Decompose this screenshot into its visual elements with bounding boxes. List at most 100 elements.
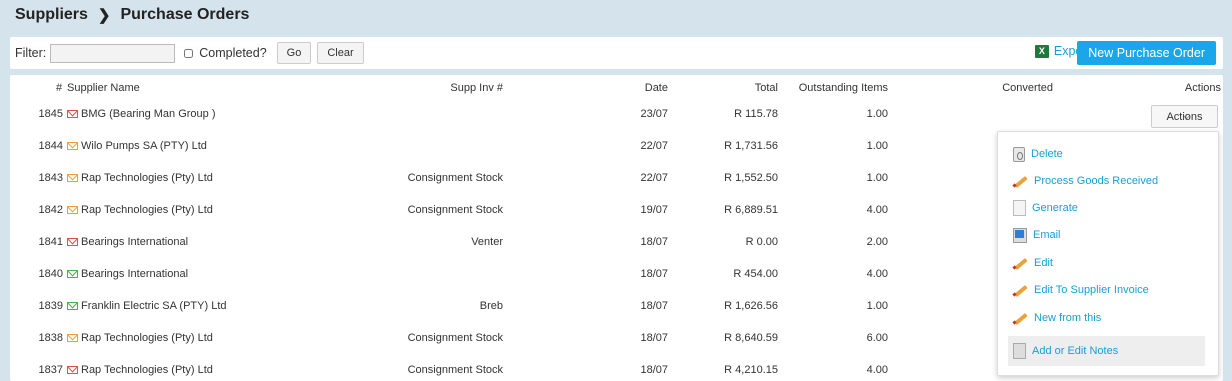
menu-item-label: Email — [1033, 229, 1061, 241]
completed-checkbox[interactable] — [184, 48, 194, 58]
row-id[interactable]: 1844 — [39, 140, 63, 152]
menu-item-generate[interactable]: Generate — [1013, 197, 1078, 219]
go-button[interactable]: Go — [276, 42, 312, 64]
row-outstanding: 1.00 — [866, 108, 888, 120]
row-total: R 0.00 — [745, 236, 778, 248]
row-supp-inv: Consignment Stock — [407, 204, 503, 216]
row-supplier: Wilo Pumps SA (PTY) Ltd — [67, 140, 207, 152]
row-total: R 115.78 — [734, 108, 778, 120]
row-supp-inv: Breb — [479, 300, 503, 312]
row-date: 22/07 — [640, 172, 668, 184]
row-supplier: BMG (Bearing Man Group ) — [67, 108, 216, 120]
row-date: 19/07 — [640, 204, 668, 216]
row-outstanding: 6.00 — [866, 332, 888, 344]
row-supplier-name: Franklin Electric SA (PTY) Ltd — [81, 300, 227, 312]
header-supplier[interactable]: Supplier Name — [67, 82, 140, 94]
envelope-icon — [67, 334, 78, 342]
envelope-icon — [67, 110, 78, 118]
row-id[interactable]: 1845 — [39, 108, 63, 120]
menu-item-edit-to-supplier-invoice[interactable]: Edit To Supplier Invoice — [1013, 279, 1149, 301]
row-supplier: Bearings International — [67, 268, 188, 280]
menu-item-add-or-edit-notes[interactable]: Add or Edit Notes — [1008, 336, 1205, 366]
row-supplier-name: Rap Technologies (Pty) Ltd — [81, 364, 213, 376]
menu-item-delete[interactable]: Delete — [1013, 143, 1063, 165]
row-date: 22/07 — [640, 140, 668, 152]
row-supplier: Rap Technologies (Pty) Ltd — [67, 364, 213, 376]
row-id[interactable]: 1837 — [39, 364, 63, 376]
envelope-icon — [67, 270, 78, 278]
row-supp-inv: Consignment Stock — [407, 172, 503, 184]
row-outstanding: 1.00 — [866, 172, 888, 184]
row-total: R 454.00 — [733, 268, 778, 280]
row-id[interactable]: 1838 — [39, 332, 63, 344]
table-row[interactable]: 1845 BMG (Bearing Man Group ) 23/07 R 115.7… — [10, 99, 1223, 131]
row-outstanding: 1.00 — [866, 140, 888, 152]
row-total: R 8,640.59 — [724, 332, 778, 344]
breadcrumb-suppliers[interactable]: Suppliers — [15, 6, 88, 24]
row-date: 18/07 — [640, 300, 668, 312]
row-id[interactable]: 1842 — [39, 204, 63, 216]
row-total: R 1,626.56 — [724, 300, 778, 312]
row-supp-inv: Consignment Stock — [407, 364, 503, 376]
row-supplier-name: Bearings International — [81, 268, 189, 280]
chevron-right-icon: ❯ — [97, 7, 111, 24]
document-icon — [1013, 200, 1026, 216]
recycle-bin-icon — [1013, 146, 1025, 162]
row-date: 18/07 — [640, 268, 668, 280]
header-converted[interactable]: Converted — [1002, 82, 1053, 94]
envelope-icon — [67, 238, 78, 246]
chevron-down-icon: ⌵ — [1183, 111, 1190, 121]
row-total: R 6,889.51 — [724, 204, 778, 216]
row-date: 18/07 — [640, 332, 668, 344]
row-id[interactable]: 1839 — [39, 300, 63, 312]
envelope-icon — [67, 174, 78, 182]
row-date: 18/07 — [640, 364, 668, 376]
filter-bar: Filter: Completed? Go Clear X Export New… — [10, 37, 1223, 69]
menu-item-process-goods-received[interactable]: Process Goods Received — [1013, 170, 1158, 192]
header-date[interactable]: Date — [645, 82, 668, 94]
row-id[interactable]: 1841 — [39, 236, 63, 248]
pencil-icon — [1013, 174, 1028, 189]
envelope-icon — [67, 302, 78, 310]
clear-button[interactable]: Clear — [317, 42, 364, 64]
row-supp-inv: Venter — [471, 236, 503, 248]
row-outstanding: 1.00 — [866, 300, 888, 312]
breadcrumb: Suppliers ❯ Purchase Orders — [15, 6, 249, 24]
excel-icon: X — [1034, 44, 1049, 58]
row-supp-inv: Consignment Stock — [407, 332, 503, 344]
menu-item-new-from-this[interactable]: New from this — [1013, 307, 1101, 329]
header-total[interactable]: Total — [755, 82, 778, 94]
completed-label: Completed? — [199, 46, 267, 60]
row-supplier-name: Rap Technologies (Pty) Ltd — [81, 204, 213, 216]
header-outstanding[interactable]: Outstanding Items — [799, 82, 888, 94]
row-supplier: Rap Technologies (Pty) Ltd — [67, 204, 213, 216]
row-id[interactable]: 1840 — [39, 268, 63, 280]
row-supplier: Rap Technologies (Pty) Ltd — [67, 332, 213, 344]
pencil-icon — [1013, 256, 1028, 271]
row-supplier-name: Rap Technologies (Pty) Ltd — [81, 332, 213, 344]
email-icon — [1013, 227, 1027, 243]
header-supp-inv[interactable]: Supp Inv # — [450, 82, 503, 94]
new-purchase-order-button[interactable]: New Purchase Order — [1077, 41, 1216, 65]
menu-item-label: New from this — [1034, 312, 1102, 324]
row-total: R 1,731.56 — [724, 140, 778, 152]
menu-item-label: Delete — [1031, 148, 1063, 160]
menu-item-label: Process Goods Received — [1034, 175, 1159, 187]
filter-input[interactable] — [50, 43, 176, 63]
row-outstanding: 4.00 — [866, 364, 888, 376]
row-supplier-name: BMG (Bearing Man Group ) — [81, 108, 216, 120]
actions-dropdown-menu: Delete Process Goods Received Generate Emai… — [997, 131, 1219, 376]
actions-button[interactable]: Actions ⌵ — [1151, 105, 1218, 128]
header-num[interactable]: # — [56, 82, 62, 94]
table-header: # Supplier Name Supp Inv # Date Total Ou… — [10, 75, 1223, 99]
menu-item-edit[interactable]: Edit — [1013, 252, 1053, 274]
pencil-icon — [1013, 311, 1028, 326]
menu-item-email[interactable]: Email — [1013, 224, 1061, 246]
row-outstanding: 2.00 — [866, 236, 888, 248]
row-supplier-name: Rap Technologies (Pty) Ltd — [81, 172, 213, 184]
row-id[interactable]: 1843 — [39, 172, 63, 184]
envelope-icon — [67, 206, 78, 214]
header-actions: Actions — [1184, 82, 1221, 94]
pencil-icon — [1013, 283, 1028, 298]
row-outstanding: 4.00 — [866, 204, 888, 216]
